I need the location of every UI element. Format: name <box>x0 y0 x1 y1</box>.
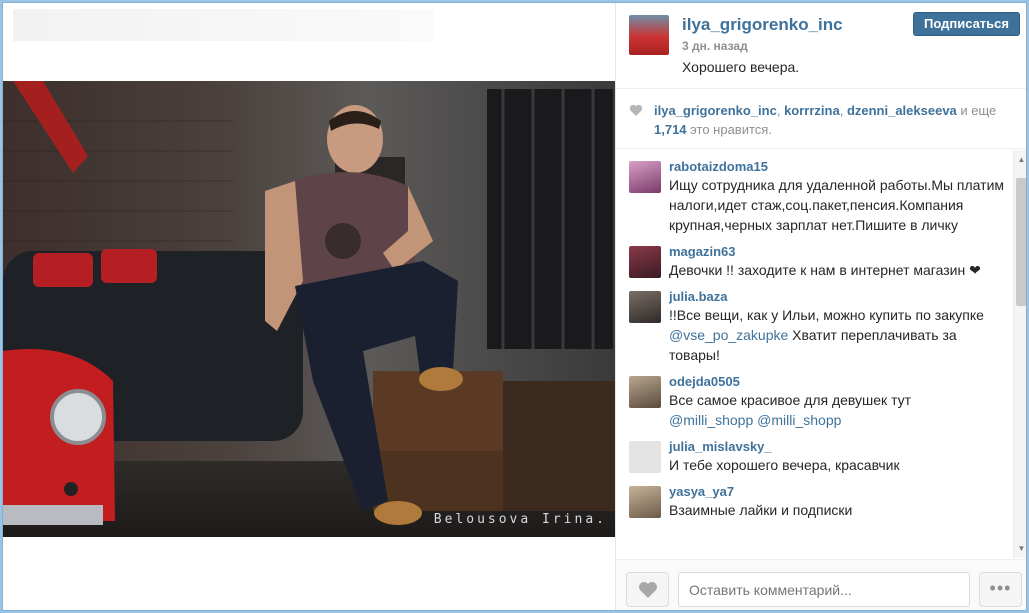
comment-text: !!Все вещи, как у Ильи, можно купить по … <box>669 305 1007 365</box>
commenter-username[interactable]: magazin63 <box>669 244 1007 260</box>
photo-top-strip <box>13 9 433 41</box>
comment-item: julia.baza !!Все вещи, как у Ильи, можно… <box>616 289 1013 365</box>
likes-summary: ilya_grigorenko_inc, korrrzina, dzenni_a… <box>616 89 1026 149</box>
comment-text: Взаимные лайки и подписки <box>669 502 853 518</box>
scroll-up-arrow-icon[interactable]: ▲ <box>1014 152 1026 167</box>
comments-list: rabotaizdoma15 Ищу сотрудника для удален… <box>616 150 1013 558</box>
like-button[interactable] <box>626 572 669 607</box>
post-header: ilya_grigorenko_inc 3 дн. назад Хорошего… <box>616 3 1026 89</box>
commenter-avatar[interactable] <box>629 291 661 323</box>
likes-separator: , <box>776 103 785 118</box>
commenter-avatar[interactable] <box>629 246 661 278</box>
follow-button[interactable]: Подписаться <box>913 12 1020 36</box>
heart-icon <box>639 582 657 598</box>
author-username[interactable]: ilya_grigorenko_inc <box>682 15 843 35</box>
commenter-avatar[interactable] <box>629 441 661 473</box>
likes-and-more: и еще <box>956 103 997 118</box>
photo-illustration <box>3 81 615 537</box>
photo-area: Belousova Irina. <box>3 3 615 610</box>
commenter-username[interactable]: rabotaizdoma15 <box>669 159 1007 175</box>
comment-text-part: !!Все вещи, как у Ильи, можно купить по … <box>669 307 984 323</box>
post-photo[interactable]: Belousova Irina. <box>3 81 615 537</box>
likes-separator: , <box>839 103 847 118</box>
comment-text: Все самое красивое для девушек тут @mill… <box>669 390 1007 430</box>
liker-link[interactable]: ilya_grigorenko_inc <box>654 103 777 118</box>
scroll-down-arrow-icon[interactable]: ▼ <box>1014 541 1026 556</box>
commenter-username[interactable]: odejda0505 <box>669 374 1007 390</box>
comment-text: И тебе хорошего вечера, красавчик <box>669 457 900 473</box>
mention-link[interactable]: @milli_shopp <box>757 412 841 428</box>
comment-item: odejda0505 Все самое красивое для девуше… <box>616 374 1013 430</box>
commenter-avatar[interactable] <box>629 486 661 518</box>
commenter-avatar[interactable] <box>629 376 661 408</box>
comment-input[interactable] <box>678 572 970 607</box>
commenter-username[interactable]: julia.baza <box>669 289 1007 305</box>
author-avatar[interactable] <box>629 15 669 55</box>
comment-text: Ищу сотрудника для удаленной работы.Мы п… <box>669 177 1005 233</box>
comment-text-part: Все самое красивое для девушек тут <box>669 392 912 408</box>
likes-count[interactable]: 1,714 <box>654 122 687 137</box>
commenter-avatar[interactable] <box>629 161 661 193</box>
comment-footer: ••• <box>616 559 1026 610</box>
comment-item: julia_mislavsky_ И тебе хорошего вечера,… <box>616 439 1013 475</box>
liker-link[interactable]: korrrzina <box>784 103 840 118</box>
heart-icon <box>629 104 643 116</box>
instagram-post-window: Belousova Irina. ilya_grigorenko_inc 3 д… <box>2 2 1027 611</box>
post-caption: Хорошего вечера. <box>682 59 799 75</box>
likes-suffix: это нравится. <box>686 122 772 137</box>
commenter-username[interactable]: yasya_ya7 <box>669 484 1007 500</box>
comment-item: yasya_ya7 Взаимные лайки и подписки <box>616 484 1013 520</box>
comments-scrollbar[interactable]: ▲ ▼ <box>1013 150 1026 558</box>
comment-item: magazin63 Девочки !! заходите к нам в ин… <box>616 244 1013 280</box>
comment-item: rabotaizdoma15 Ищу сотрудника для удален… <box>616 159 1013 235</box>
more-options-button[interactable]: ••• <box>979 572 1022 607</box>
post-side-panel: ilya_grigorenko_inc 3 дн. назад Хорошего… <box>615 3 1026 610</box>
liker-link[interactable]: dzenni_alekseeva <box>847 103 957 118</box>
scrollbar-thumb[interactable] <box>1016 178 1026 306</box>
comment-text: Девочки !! заходите к нам в интернет маг… <box>669 262 981 278</box>
commenter-username[interactable]: julia_mislavsky_ <box>669 439 1007 455</box>
mention-link[interactable]: @vse_po_zakupke <box>669 327 788 343</box>
caption-text: Хорошего вечера. <box>682 59 800 75</box>
mention-link[interactable]: @milli_shopp <box>669 412 753 428</box>
photo-watermark: Belousova Irina. <box>433 512 607 527</box>
post-timestamp[interactable]: 3 дн. назад <box>682 39 748 53</box>
